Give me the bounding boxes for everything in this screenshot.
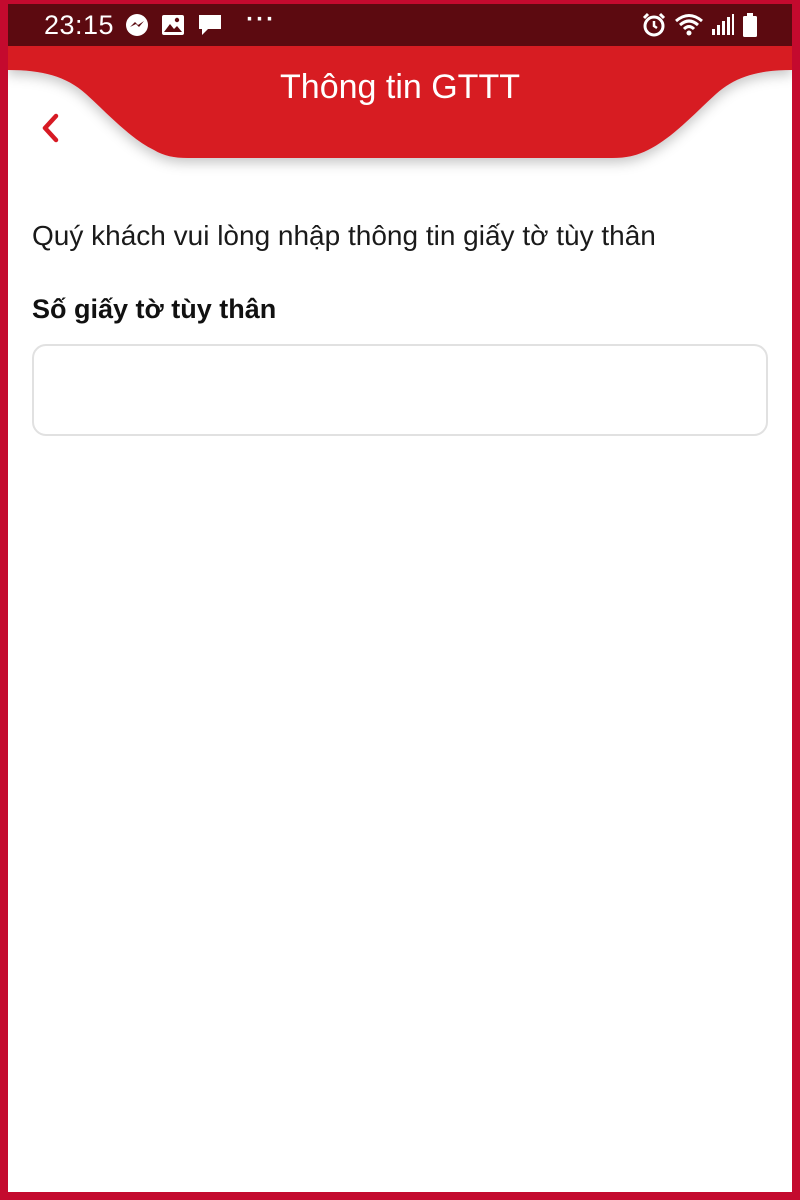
more-notifications-indicator: ···	[246, 6, 277, 33]
chat-bubble-icon	[196, 12, 224, 38]
id-number-label: Số giấy tờ tùy thân	[32, 294, 277, 324]
chevron-left-icon	[42, 113, 59, 143]
instruction-text: Quý khách vui lòng nhập thông tin giấy t…	[32, 220, 656, 251]
battery-icon	[742, 12, 758, 38]
header-background	[8, 46, 792, 158]
gallery-icon	[160, 13, 186, 37]
back-button[interactable]	[28, 106, 72, 150]
status-time: 23:15	[44, 9, 115, 40]
id-number-input[interactable]	[32, 344, 768, 436]
alarm-icon	[641, 12, 667, 38]
status-bar-right	[641, 4, 758, 46]
status-bar: 23:15 ···	[8, 4, 792, 46]
status-bar-left: 23:15 ···	[44, 4, 276, 46]
page-title: Thông tin GTTT	[280, 68, 520, 106]
wifi-icon	[674, 12, 704, 38]
app-header: Thông tin GTTT	[8, 46, 792, 176]
app-screen: 23:15 ··· Thông tin GTTT Quý khách vui l…	[8, 4, 792, 1192]
messenger-icon	[124, 12, 150, 38]
signal-icon	[711, 13, 735, 37]
